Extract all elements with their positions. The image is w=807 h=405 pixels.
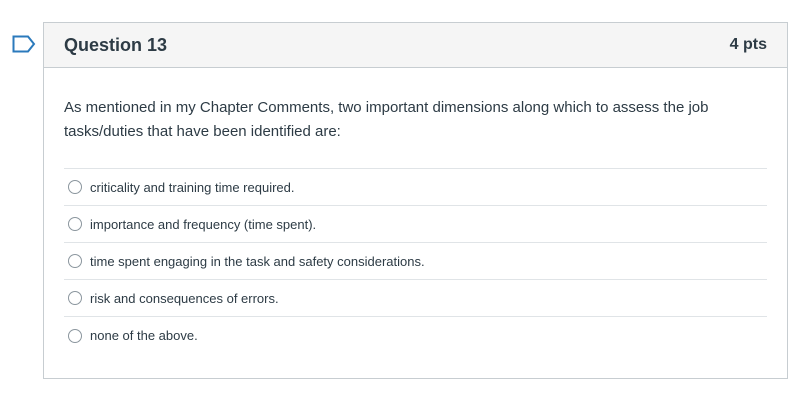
answer-option[interactable]: time spent engaging in the task and safe… (64, 243, 767, 280)
question-header: Question 13 4 pts (44, 23, 787, 68)
answer-label: importance and frequency (time spent). (90, 216, 317, 232)
question-card: Question 13 4 pts As mentioned in my Cha… (43, 22, 788, 379)
question-text: As mentioned in my Chapter Comments, two… (64, 99, 709, 140)
answer-option[interactable]: importance and frequency (time spent). (64, 206, 767, 243)
radio-unchecked-icon[interactable] (68, 328, 82, 343)
answer-label: time spent engaging in the task and safe… (90, 253, 425, 269)
answer-list: criticality and training time required. … (64, 168, 767, 354)
answer-option[interactable]: none of the above. (64, 317, 767, 354)
question-title: Question 13 (64, 34, 168, 55)
answer-label: none of the above. (90, 328, 198, 343)
flag-question-icon[interactable] (12, 35, 36, 53)
answer-label: risk and consequences of errors. (90, 290, 279, 306)
question-points: 4 pts (729, 36, 767, 53)
radio-unchecked-icon[interactable] (68, 180, 82, 194)
radio-unchecked-icon[interactable] (68, 217, 82, 231)
answer-option[interactable]: criticality and training time required. (64, 169, 767, 206)
question-body: As mentioned in my Chapter Comments, two… (44, 68, 787, 354)
answer-option[interactable]: risk and consequences of errors. (64, 280, 767, 317)
radio-unchecked-icon[interactable] (68, 254, 82, 268)
answer-label: criticality and training time required. (90, 179, 295, 195)
radio-unchecked-icon[interactable] (68, 291, 82, 305)
